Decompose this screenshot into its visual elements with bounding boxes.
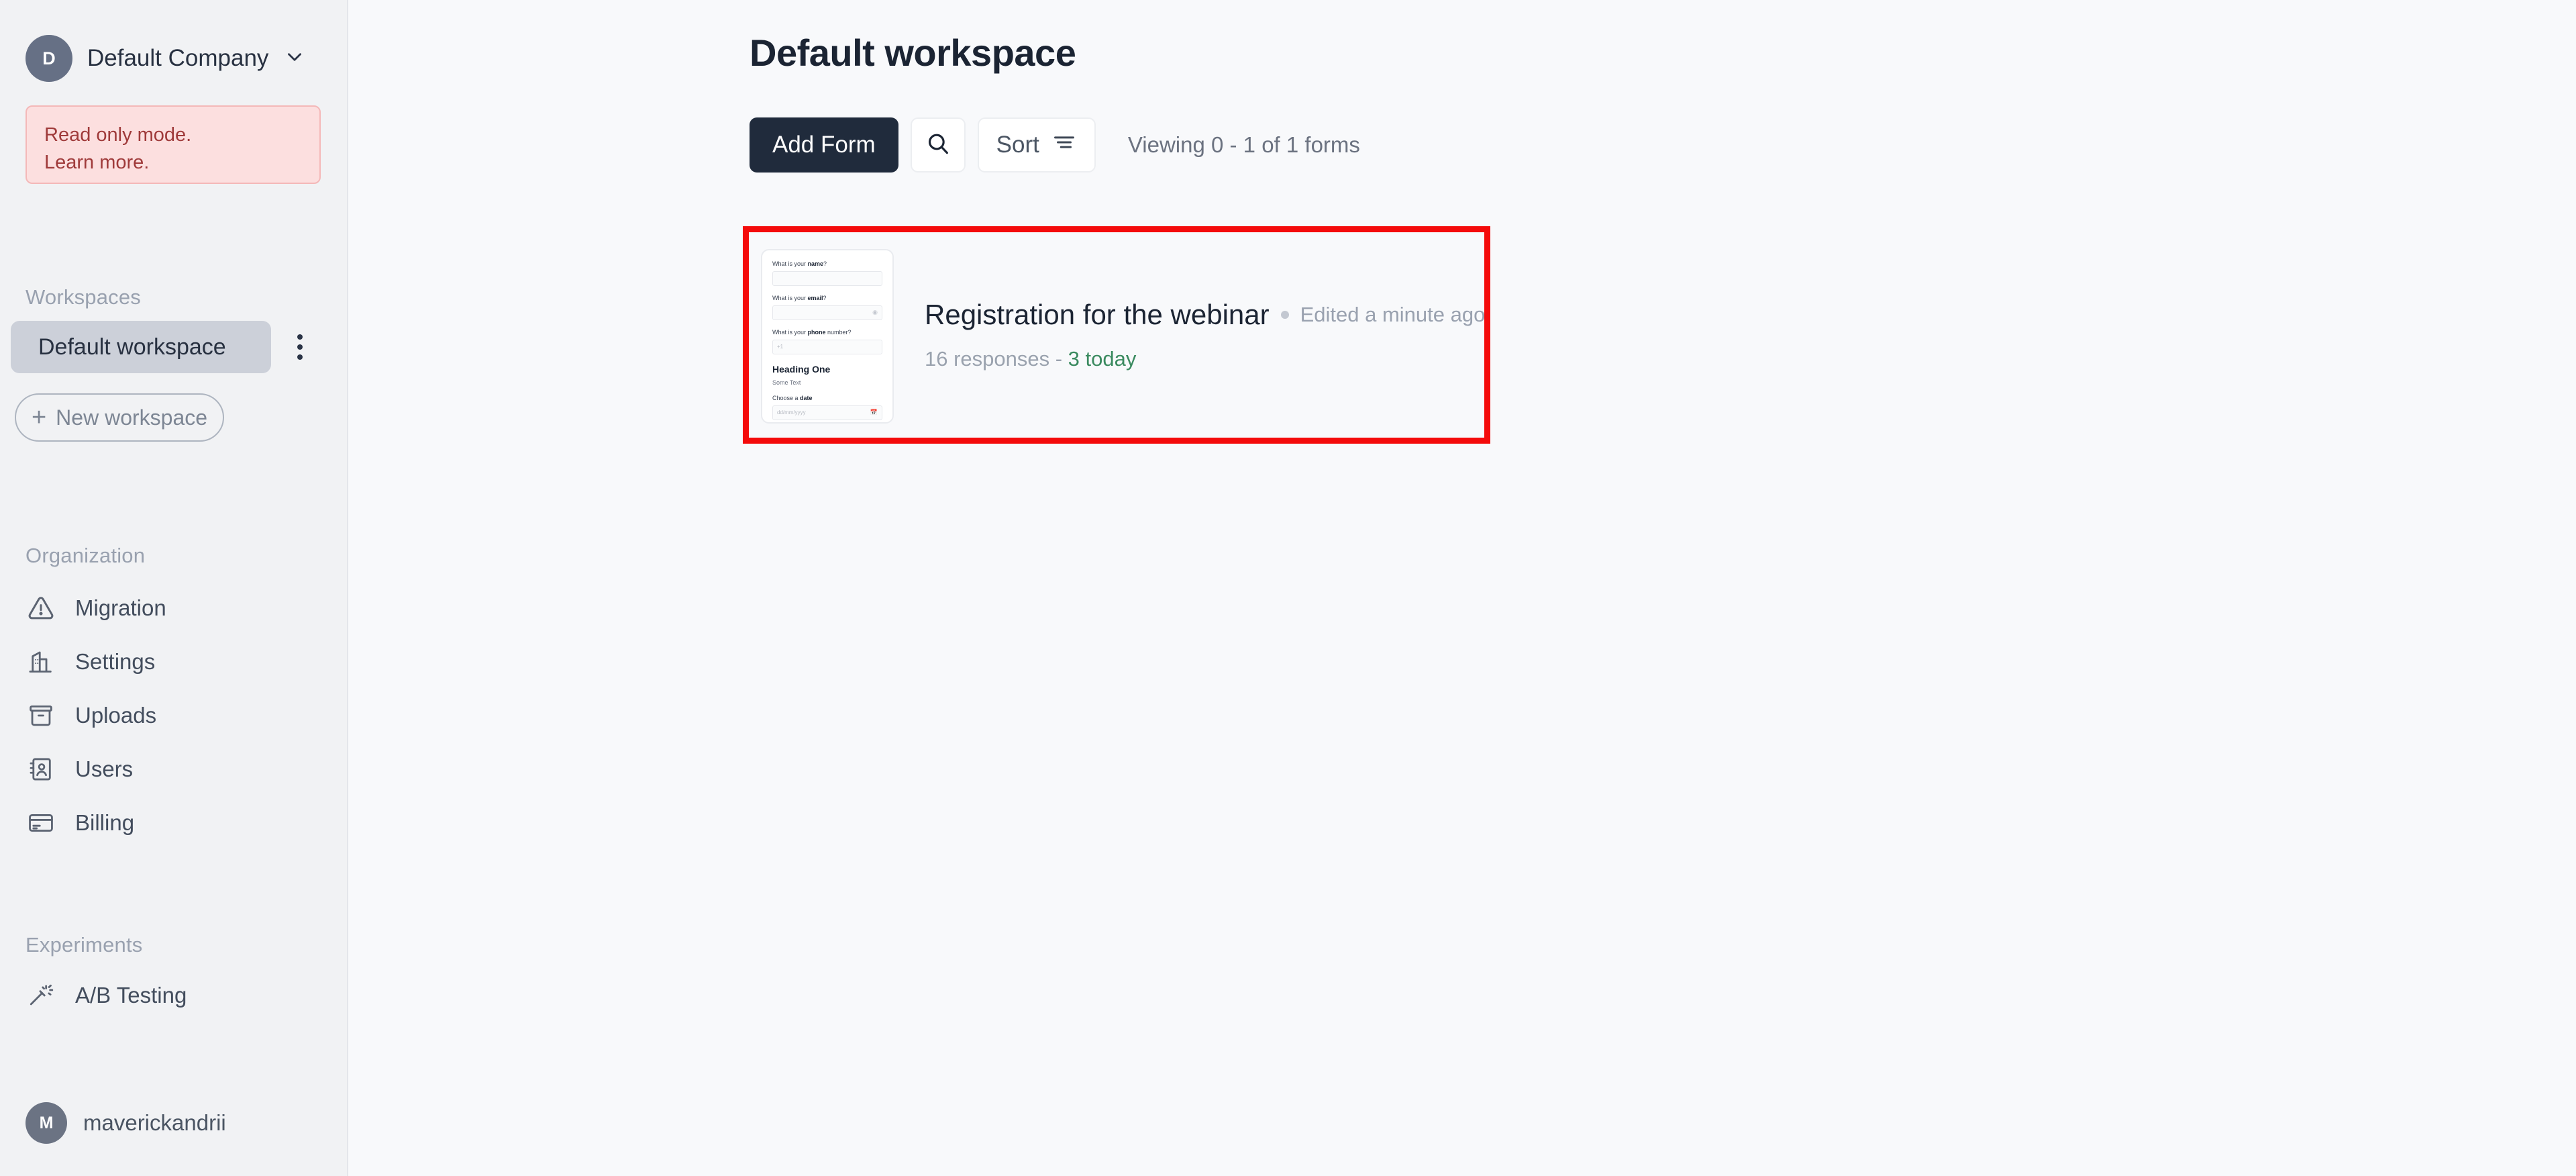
- sidebar-item-label: Settings: [75, 649, 156, 674]
- thumb-question-1-label: What is your name?: [772, 260, 882, 268]
- building-icon: [25, 646, 56, 677]
- search-icon: [925, 130, 951, 160]
- workspace-kebab-menu-icon[interactable]: [278, 321, 322, 373]
- thumb-q3-suffix: number?: [825, 328, 852, 336]
- viewing-count-text: Viewing 0 - 1 of 1 forms: [1127, 132, 1360, 157]
- org-avatar: D: [25, 35, 72, 82]
- section-label-organization: Organization: [25, 544, 146, 567]
- thumb-phone-placeholder: +1: [777, 344, 784, 350]
- form-card-responses-count: 16 responses -: [925, 347, 1068, 371]
- user-account-button[interactable]: M maverickandrii: [25, 1102, 226, 1144]
- sidebar-item-label: Uploads: [75, 703, 157, 728]
- sidebar-item-users[interactable]: Users: [25, 748, 321, 790]
- form-card-stats: 16 responses - 3 today: [925, 347, 1485, 371]
- sidebar-item-default-workspace[interactable]: Default workspace: [11, 321, 271, 373]
- warning-triangle-icon: [25, 593, 56, 624]
- workspace-label: Default workspace: [38, 334, 226, 360]
- thumb-body-text: Some Text: [772, 379, 801, 386]
- form-card-text: Registration for the webinar Edited a mi…: [925, 299, 1485, 371]
- user-name: maverickandrii: [83, 1110, 226, 1135]
- form-card-highlight: What is your name? What is your email? ◉…: [743, 226, 1490, 444]
- thumb-date-placeholder: dd/mm/yyyy: [777, 409, 806, 416]
- sidebar-item-billing[interactable]: Billing: [25, 802, 321, 844]
- thumb-q4-bold: date: [800, 394, 813, 401]
- sidebar: D Default Company Read only mode. Learn …: [0, 0, 348, 1176]
- app-root: D Default Company Read only mode. Learn …: [0, 0, 2576, 1176]
- toolbar: Add Form Sort Viewing 0 - 1 of 1 forms: [750, 117, 1360, 173]
- search-button[interactable]: [910, 117, 966, 173]
- form-card-title-row: Registration for the webinar Edited a mi…: [925, 299, 1485, 331]
- sort-label: Sort: [996, 132, 1039, 158]
- sidebar-item-migration[interactable]: Migration: [25, 587, 321, 629]
- sidebar-item-label: Billing: [75, 810, 135, 835]
- credit-card-icon: [25, 807, 56, 838]
- add-form-button[interactable]: Add Form: [750, 117, 898, 173]
- sidebar-item-label: Migration: [75, 595, 166, 620]
- section-label-workspaces: Workspaces: [25, 285, 141, 309]
- read-only-learn-more-link[interactable]: Learn more.: [44, 149, 302, 177]
- main-content: Default workspace Add Form Sort Viewing …: [348, 0, 2576, 1176]
- thumb-q2-bold: email: [807, 294, 823, 301]
- thumb-q3-bold: phone: [807, 328, 826, 336]
- thumb-q1-bold: name: [807, 260, 824, 267]
- thumb-q2-suffix: ?: [823, 294, 827, 301]
- thumb-question-4-label: Choose a date: [772, 395, 882, 402]
- new-workspace-button[interactable]: + New workspace: [15, 393, 224, 442]
- thumb-q1-suffix: ?: [823, 260, 827, 267]
- at-sign-icon: ◉: [872, 309, 878, 316]
- thumb-field-email: ◉: [772, 305, 882, 320]
- chevron-down-icon: [283, 46, 306, 72]
- workspace-row: Default workspace: [11, 321, 337, 373]
- sidebar-item-settings[interactable]: Settings: [25, 641, 321, 683]
- sidebar-item-label: A/B Testing: [75, 983, 187, 1008]
- sort-lines-icon: [1051, 130, 1077, 161]
- thumb-q3-prefix: What is your: [772, 328, 808, 336]
- contact-book-icon: [25, 754, 56, 785]
- sidebar-item-label: Users: [75, 756, 134, 781]
- section-label-experiments: Experiments: [25, 933, 143, 957]
- thumb-question-3-label: What is your phone number?: [772, 328, 882, 336]
- sidebar-item-ab-testing[interactable]: A/B Testing: [25, 975, 321, 1016]
- form-card-title[interactable]: Registration for the webinar: [925, 299, 1270, 331]
- calendar-icon: 📅: [870, 409, 878, 416]
- form-card-today-count: 3 today: [1068, 347, 1137, 371]
- thumb-field-date: dd/mm/yyyy 📅: [772, 405, 882, 420]
- read-only-notice[interactable]: Read only mode. Learn more.: [25, 105, 321, 184]
- thumb-field-phone: +1: [772, 339, 882, 354]
- thumb-q4-prefix: Choose a: [772, 394, 801, 401]
- sidebar-item-uploads[interactable]: Uploads: [25, 695, 321, 736]
- separator-dot-icon: [1280, 311, 1289, 319]
- avatar: M: [25, 1102, 67, 1144]
- form-card-edited-timestamp: Edited a minute ago: [1300, 303, 1486, 326]
- page-title: Default workspace: [750, 32, 1076, 74]
- thumb-question-2-label: What is your email?: [772, 295, 882, 302]
- new-workspace-label: New workspace: [56, 405, 208, 430]
- thumb-q2-prefix: What is your: [772, 294, 808, 301]
- form-card[interactable]: What is your name? What is your email? ◉…: [749, 232, 1485, 438]
- form-thumbnail-preview: What is your name? What is your email? ◉…: [761, 249, 894, 424]
- sort-button[interactable]: Sort: [977, 117, 1096, 173]
- org-name: Default Company: [87, 45, 269, 71]
- read-only-line-1: Read only mode.: [44, 124, 192, 146]
- org-switcher[interactable]: D Default Company: [25, 35, 321, 82]
- thumb-heading: Heading One: [772, 363, 831, 375]
- magic-wand-icon: [25, 980, 56, 1011]
- plus-icon: +: [31, 403, 47, 432]
- thumb-q1-prefix: What is your: [772, 260, 808, 267]
- thumb-field-name: [772, 271, 882, 286]
- archive-box-icon: [25, 700, 56, 731]
